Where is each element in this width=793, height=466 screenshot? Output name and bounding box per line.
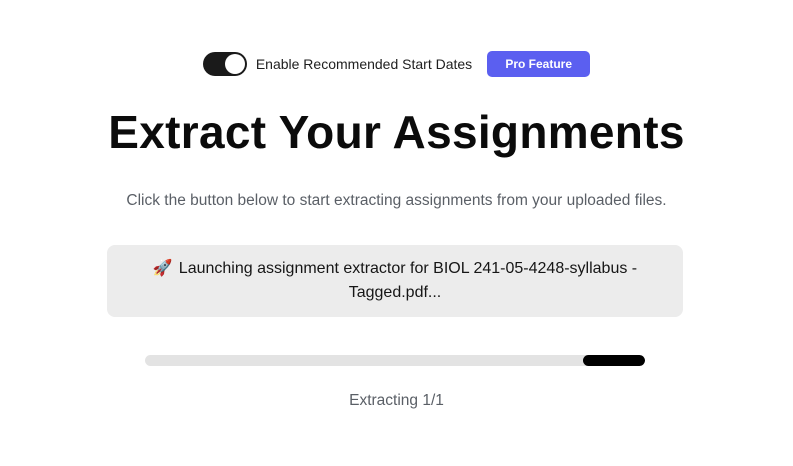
rocket-icon: 🚀 (152, 260, 173, 277)
status-message: Launching assignment extractor for BIOL … (178, 260, 638, 301)
pro-feature-badge[interactable]: Pro Feature (487, 51, 591, 77)
toggle-label: Enable Recommended Start Dates (255, 56, 473, 72)
progress-bar-fill (583, 355, 645, 366)
progress-bar (145, 355, 645, 366)
page-title: Extract Your Assignments (108, 106, 685, 158)
page-subtitle: Click the button below to start extracti… (126, 192, 667, 209)
recommended-start-dates-toggle[interactable] (202, 52, 247, 76)
status-message-box: 🚀 Launching assignment extractor for BIOL… (107, 245, 683, 317)
toggle-knob (224, 54, 245, 74)
settings-row: Enable Recommended Start Dates Pro Featu… (0, 51, 793, 77)
progress-label: Extracting 1/1 (349, 392, 444, 409)
